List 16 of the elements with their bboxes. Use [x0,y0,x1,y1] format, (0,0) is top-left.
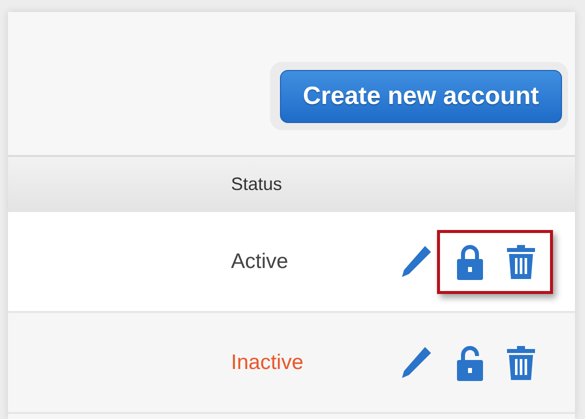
edit-button[interactable] [399,244,433,280]
column-header: Status [231,174,282,195]
status-text: Active [231,250,290,274]
delete-button[interactable] [506,344,536,380]
trash-icon [506,244,536,280]
edit-button[interactable] [399,344,433,380]
unlocked-lock-icon [454,344,486,382]
delete-button[interactable] [506,244,536,280]
create-account-button[interactable]: Create new account [280,70,562,123]
lock-button[interactable] [454,344,486,382]
pencil-icon [399,344,433,380]
lock-button[interactable] [454,242,486,280]
lock-icon [454,242,486,280]
status-text: Inactive [231,350,304,374]
trash-icon [506,344,536,380]
pencil-icon [399,244,433,280]
